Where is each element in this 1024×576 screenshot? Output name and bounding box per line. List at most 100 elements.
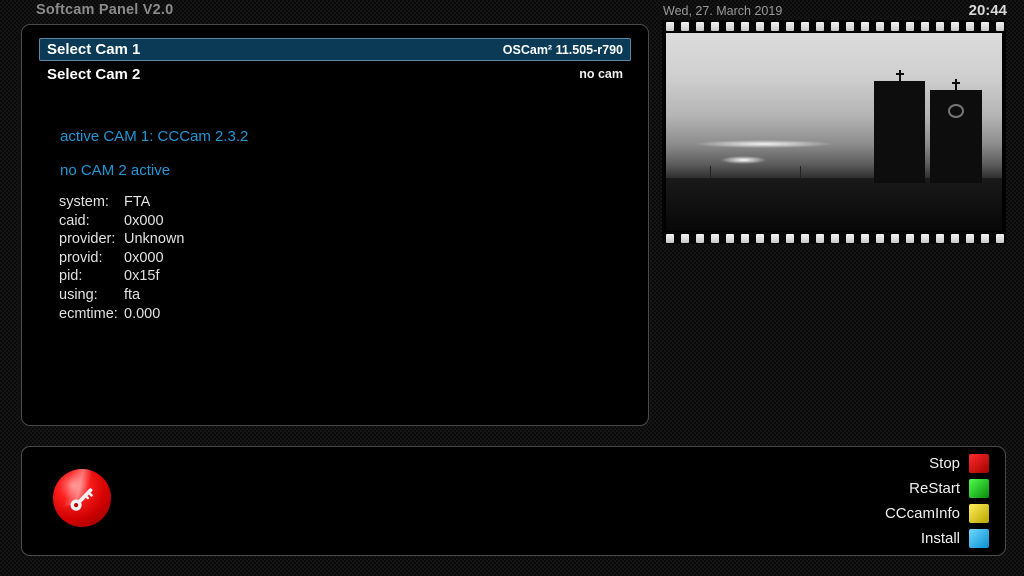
detail-row-ecmtime: ecmtime: 0.000 bbox=[59, 305, 184, 324]
softcam-panel-screen: Softcam Panel V2.0 Wed, 27. March 2019 2… bbox=[0, 0, 1024, 576]
sprocket-hole bbox=[681, 234, 689, 243]
footer-panel: Stop ReStart CCcamInfo Install bbox=[21, 446, 1006, 556]
sprocket-hole bbox=[966, 22, 974, 31]
sprocket-hole bbox=[696, 22, 704, 31]
sprocket-hole bbox=[741, 234, 749, 243]
detail-row-system: system: FTA bbox=[59, 193, 184, 212]
detail-key: ecmtime: bbox=[59, 305, 124, 324]
sprocket-hole bbox=[921, 22, 929, 31]
detail-key: provider: bbox=[59, 230, 124, 249]
button-label: Stop bbox=[929, 455, 960, 472]
sprocket-hole bbox=[936, 22, 944, 31]
detail-value: FTA bbox=[124, 193, 184, 212]
blue-key-swatch-icon bbox=[969, 529, 989, 548]
horizon-glare bbox=[693, 140, 834, 148]
menu-item-label: Select Cam 2 bbox=[47, 66, 140, 83]
sprocket-hole bbox=[801, 234, 809, 243]
status-cam1: active CAM 1: CCCam 2.3.2 bbox=[60, 129, 620, 144]
sprocket-hole bbox=[666, 234, 674, 243]
sprocket-hole bbox=[771, 22, 779, 31]
tower-finial bbox=[955, 79, 957, 90]
sprocket-hole bbox=[951, 234, 959, 243]
sprocket-hole bbox=[861, 22, 869, 31]
sprocket-hole bbox=[786, 22, 794, 31]
sprocket-hole bbox=[966, 234, 974, 243]
sprocket-hole bbox=[711, 234, 719, 243]
sprocket-hole bbox=[741, 22, 749, 31]
sprocket-hole bbox=[981, 234, 989, 243]
sprocket-hole bbox=[756, 22, 764, 31]
detail-row-provider: provider: Unknown bbox=[59, 230, 184, 249]
sprocket-hole bbox=[891, 22, 899, 31]
sprocket-hole bbox=[876, 22, 884, 31]
status-cam2: no CAM 2 active bbox=[60, 163, 620, 178]
sprocket-hole bbox=[816, 22, 824, 31]
menu-item-select-cam-2[interactable]: Select Cam 2 no cam bbox=[39, 63, 631, 85]
sprocket-hole bbox=[921, 234, 929, 243]
preview-image bbox=[666, 33, 1002, 231]
detail-value: 0x000 bbox=[124, 249, 184, 268]
main-panel: Select Cam 1 OSCam² 11.505-r790 Select C… bbox=[21, 24, 649, 426]
detail-row-pid: pid: 0x15f bbox=[59, 267, 184, 286]
detail-value: 0x15f bbox=[124, 267, 184, 286]
film-sprockets-bottom bbox=[662, 232, 1006, 244]
detail-key: system: bbox=[59, 193, 124, 212]
sprocket-hole bbox=[786, 234, 794, 243]
film-sprockets-top bbox=[662, 20, 1006, 32]
frauenkirche-tower-right bbox=[930, 90, 982, 183]
red-key-logo-icon bbox=[53, 469, 111, 527]
cccaminfo-button[interactable]: CCcamInfo bbox=[885, 503, 989, 524]
menu-item-value: OSCam² 11.505-r790 bbox=[503, 43, 623, 57]
sprocket-hole bbox=[861, 234, 869, 243]
foreground-ground bbox=[666, 178, 1002, 231]
detail-row-using: using: fta bbox=[59, 286, 184, 305]
sun-reflection bbox=[720, 156, 767, 164]
sprocket-hole bbox=[726, 234, 734, 243]
sprocket-hole bbox=[981, 22, 989, 31]
restart-button[interactable]: ReStart bbox=[885, 478, 989, 499]
sprocket-hole bbox=[996, 234, 1004, 243]
current-date: Wed, 27. March 2019 bbox=[663, 4, 782, 18]
video-preview[interactable] bbox=[662, 20, 1006, 244]
key-icon bbox=[64, 481, 100, 517]
tower-cross-icon bbox=[952, 82, 960, 84]
yellow-key-swatch-icon bbox=[969, 504, 989, 523]
tower-ring-detail bbox=[948, 104, 964, 118]
detail-row-provid: provid: 0x000 bbox=[59, 249, 184, 268]
page-title: Softcam Panel V2.0 bbox=[36, 2, 173, 18]
install-button[interactable]: Install bbox=[885, 528, 989, 549]
detail-value: Unknown bbox=[124, 230, 184, 249]
detail-key: caid: bbox=[59, 212, 124, 231]
ecm-detail-block: system: FTA caid: 0x000 provider: Unknow… bbox=[59, 193, 184, 323]
button-label: ReStart bbox=[909, 480, 960, 497]
frauenkirche-tower-left bbox=[874, 81, 924, 184]
detail-value: 0.000 bbox=[124, 305, 184, 324]
cam-menu-list: Select Cam 1 OSCam² 11.505-r790 Select C… bbox=[39, 38, 631, 85]
clock-bar: Wed, 27. March 2019 20:44 bbox=[663, 2, 1007, 19]
menu-item-value: no cam bbox=[579, 67, 623, 81]
sprocket-hole bbox=[846, 22, 854, 31]
sprocket-hole bbox=[801, 22, 809, 31]
tower-dome bbox=[874, 81, 924, 123]
stop-button[interactable]: Stop bbox=[885, 453, 989, 474]
tower-finial bbox=[899, 70, 901, 81]
sprocket-hole bbox=[906, 234, 914, 243]
sprocket-hole bbox=[726, 22, 734, 31]
sprocket-hole bbox=[771, 234, 779, 243]
detail-value: 0x000 bbox=[124, 212, 184, 231]
sprocket-hole bbox=[876, 234, 884, 243]
color-button-group: Stop ReStart CCcamInfo Install bbox=[885, 453, 989, 549]
detail-row-caid: caid: 0x000 bbox=[59, 212, 184, 231]
sprocket-hole bbox=[816, 234, 824, 243]
button-label: CCcamInfo bbox=[885, 505, 960, 522]
green-key-swatch-icon bbox=[969, 479, 989, 498]
detail-value: fta bbox=[124, 286, 184, 305]
detail-key: using: bbox=[59, 286, 124, 305]
tower-cross-icon bbox=[896, 73, 904, 75]
sprocket-hole bbox=[891, 234, 899, 243]
sprocket-hole bbox=[951, 22, 959, 31]
sprocket-hole bbox=[666, 22, 674, 31]
detail-key: pid: bbox=[59, 267, 124, 286]
menu-item-select-cam-1[interactable]: Select Cam 1 OSCam² 11.505-r790 bbox=[39, 38, 631, 61]
sprocket-hole bbox=[696, 234, 704, 243]
